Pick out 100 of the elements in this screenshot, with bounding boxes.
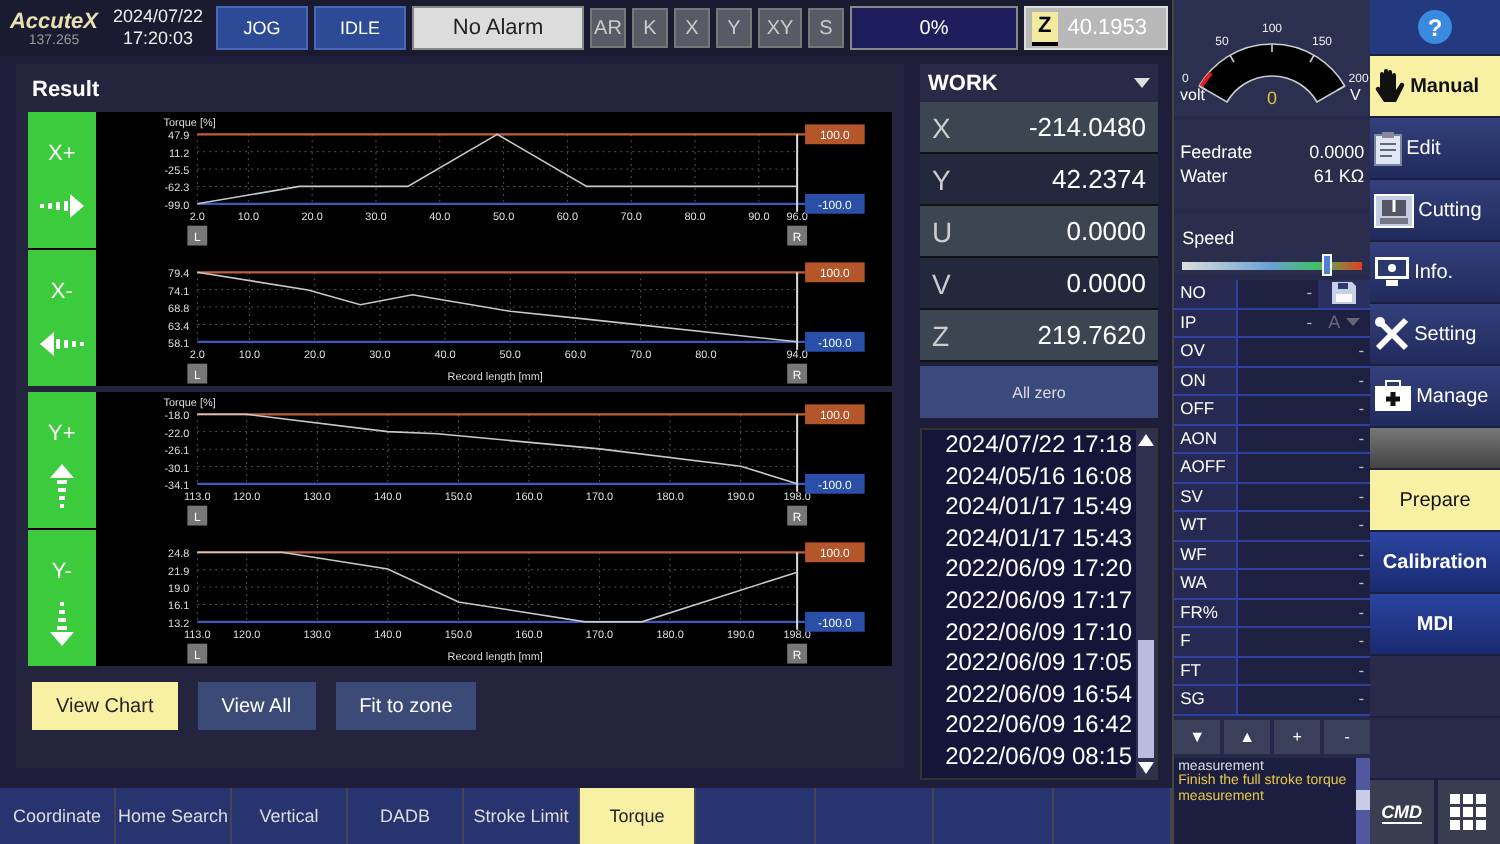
apps-button[interactable]: [1437, 780, 1500, 844]
bottom-tab[interactable]: Coordinate: [0, 788, 116, 844]
parameter-step-button[interactable]: -: [1324, 719, 1371, 753]
scroll-down-icon[interactable]: [1138, 762, 1154, 774]
axis-button[interactable]: X: [674, 8, 710, 48]
chart-action-button[interactable]: View Chart: [32, 682, 178, 730]
axis-position: 219.7620: [1037, 320, 1146, 350]
parameter-step-button[interactable]: ▼: [1174, 719, 1221, 753]
caret-icon: [1346, 318, 1361, 327]
history-item[interactable]: 2022/06/09 17:05: [945, 648, 1132, 680]
mode-button[interactable]: JOG: [216, 6, 308, 50]
parameter-name: SV: [1174, 483, 1239, 510]
axis-position: 42.2374: [1052, 164, 1146, 194]
history-item[interactable]: 2024/07/22 17:18: [945, 430, 1132, 462]
parameter-value[interactable]: -: [1238, 512, 1371, 539]
bottom-tab[interactable]: Home Search: [116, 788, 232, 844]
arrow-icon: [39, 332, 84, 357]
scroll-up-icon[interactable]: [1138, 434, 1154, 446]
history-item[interactable]: 2022/06/09 17:17: [945, 585, 1132, 618]
history-item[interactable]: 2024/05/16 16:08: [945, 461, 1132, 493]
readout-value: 0.0000: [1309, 142, 1365, 162]
help-button[interactable]: ?: [1370, 0, 1500, 54]
mode-button[interactable]: IDLE: [314, 6, 406, 50]
submenu-item[interactable]: MDI: [1370, 594, 1500, 654]
parameter-value[interactable]: -: [1238, 454, 1371, 481]
menu-divider-bar: [1370, 428, 1500, 468]
command-button[interactable]: CMD: [1370, 780, 1434, 844]
first-aid-kit-icon: [1374, 380, 1413, 412]
parameter-value[interactable]: -: [1238, 570, 1371, 597]
submenu-item[interactable]: Calibration: [1370, 532, 1500, 592]
slider-thumb[interactable]: [1321, 254, 1332, 276]
time-text: 17:20:03: [122, 28, 194, 50]
parameter-value[interactable]: -: [1238, 425, 1371, 452]
axis-button[interactable]: Y: [716, 8, 752, 48]
history-item[interactable]: 2024/01/17 15:49: [945, 492, 1132, 524]
arrow-icon: [49, 464, 74, 509]
parameter-value[interactable]: -: [1238, 686, 1371, 713]
history-item[interactable]: 2022/06/09 17:20: [945, 554, 1132, 586]
chart-action-button[interactable]: Fit to zone: [335, 682, 477, 730]
scrollbar-thumb[interactable]: [1138, 640, 1154, 758]
bottom-tab[interactable]: Torque: [580, 788, 696, 844]
chart-action-button[interactable]: View All: [197, 682, 316, 730]
bottom-tab[interactable]: Vertical: [232, 788, 348, 844]
monitor-icon: [1374, 256, 1411, 288]
main-menu-item[interactable]: Setting: [1370, 304, 1500, 364]
scrollbar[interactable]: [1356, 757, 1371, 844]
history-item[interactable]: 2024/01/17 15:43: [945, 523, 1132, 555]
right-boundary-line: [795, 413, 798, 493]
parameter-name: ON: [1174, 367, 1239, 394]
submenu-item[interactable]: Prepare: [1370, 470, 1500, 530]
main-menu-item[interactable]: Manual: [1370, 56, 1500, 116]
parameter-name: WA: [1174, 570, 1239, 597]
speed-label: Speed: [1182, 228, 1235, 248]
parameter-value[interactable]: -: [1238, 280, 1319, 307]
alarm-status: No Alarm: [412, 6, 584, 50]
parameter-name: AON: [1174, 425, 1239, 452]
axis-button[interactable]: AR: [590, 8, 626, 48]
right-boundary-line: [795, 551, 798, 631]
right-boundary-line: [795, 271, 798, 351]
parameter-value[interactable]: -: [1238, 309, 1319, 336]
parameter-value[interactable]: -: [1238, 483, 1371, 510]
parameter-name: AOFF: [1174, 454, 1239, 481]
z-axis-icon: Z: [1032, 11, 1058, 45]
parameter-value[interactable]: -: [1238, 338, 1371, 365]
main-menu-item[interactable]: Manage: [1370, 366, 1500, 426]
parameter-name: OFF: [1174, 396, 1239, 423]
main-menu-item[interactable]: Cutting: [1370, 180, 1500, 240]
parameter-name: FT: [1174, 657, 1239, 684]
axis-button[interactable]: K: [632, 8, 668, 48]
main-menu-item[interactable]: Info.: [1370, 242, 1500, 302]
parameter-value[interactable]: -: [1238, 657, 1371, 684]
parameter-name: WT: [1174, 512, 1239, 539]
parameter-value[interactable]: -: [1238, 599, 1371, 626]
empty-menu-slot: [1370, 656, 1500, 716]
history-item[interactable]: 2022/06/09 08:15: [945, 741, 1132, 774]
coordinate-frame-dropdown[interactable]: WORK: [920, 64, 1158, 102]
all-zero-button[interactable]: All zero: [920, 366, 1158, 418]
axis-button[interactable]: XY: [758, 8, 802, 48]
arrow-icon: [39, 194, 84, 219]
bottom-tab[interactable]: DADB: [348, 788, 464, 844]
axis-button[interactable]: S: [808, 8, 844, 48]
history-item[interactable]: 2022/06/09 16:42: [945, 710, 1132, 742]
axis-name: Z: [932, 319, 950, 351]
main-menu-item[interactable]: Edit: [1370, 118, 1500, 178]
axis-position: 0.0000: [1066, 268, 1146, 298]
parameter-value[interactable]: -: [1238, 367, 1371, 394]
save-button[interactable]: [1318, 280, 1371, 307]
date-text: 2024/07/22: [112, 6, 204, 28]
hand-icon: [1374, 68, 1407, 104]
parameter-step-button[interactable]: ▲: [1224, 719, 1271, 753]
axis-name: V: [932, 267, 951, 299]
parameter-value[interactable]: -: [1238, 628, 1371, 655]
parameter-value[interactable]: -: [1238, 541, 1371, 568]
parameter-value[interactable]: -: [1238, 396, 1371, 423]
history-item[interactable]: 2022/06/09 17:10: [945, 617, 1132, 649]
parameter-step-button[interactable]: +: [1274, 719, 1321, 753]
arrow-icon: [49, 602, 74, 647]
bottom-tab[interactable]: Stroke Limit: [464, 788, 580, 844]
history-item[interactable]: 2022/06/09 16:54: [945, 679, 1132, 711]
brand-logo: AccuteX: [9, 9, 99, 33]
